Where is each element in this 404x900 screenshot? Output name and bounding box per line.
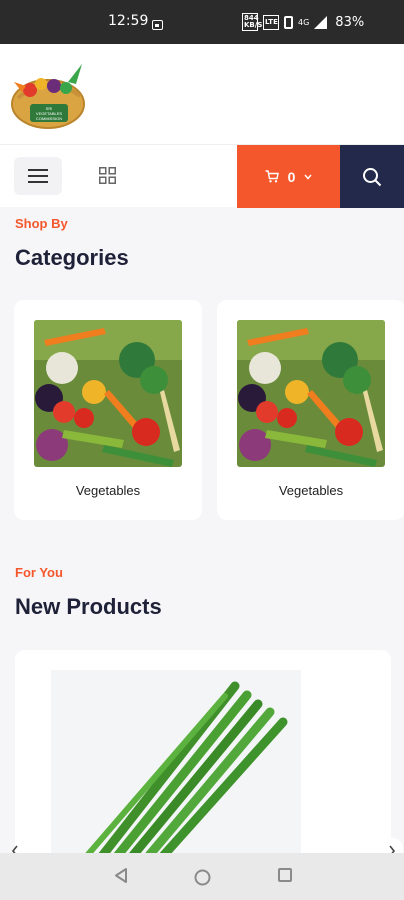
cart-icon [265,170,279,183]
network-speed-unit: KB/S [244,21,263,29]
battery-level: 83% [335,14,365,30]
categories-eyebrow: Shop By [15,216,68,231]
home-circle-icon[interactable] [194,869,211,886]
chevron-down-icon [304,174,312,180]
new-products-title: New Products [15,594,162,619]
vegetables-image [34,320,182,467]
vegetables-image [237,320,385,467]
signal-icon [314,15,328,29]
product-card[interactable] [15,650,391,865]
recents-square-icon[interactable] [278,868,292,882]
categories-title: Categories [15,245,129,270]
hamburger-icon [28,169,48,183]
new-products-eyebrow: For You [15,565,63,580]
search-icon [363,167,382,186]
category-label: Vegetables [278,483,344,498]
cart-button[interactable]: 0 [237,145,340,208]
grid-view-button[interactable] [96,164,118,186]
status-icons: 844 KB/S LTE 4G 83% [242,13,365,31]
lte-badge: LTE [263,14,279,30]
cart-count: 0 [287,168,296,185]
image-notification-icon [152,20,163,30]
network-speed-badge: 844 KB/S [242,13,263,31]
vegetable-basket-logo[interactable]: SRI VEGETABLES COMMISSION [10,62,88,132]
menu-button[interactable] [14,157,62,195]
logo-text-3: COMMISSION [36,116,62,121]
status-bar: 12:59 844 KB/S LTE 4G 83% [0,0,404,44]
back-triangle-icon[interactable] [113,867,129,884]
vibrate-icon [284,15,293,29]
category-card[interactable]: Vegetables [14,300,202,520]
toolbar: 0 [0,144,404,208]
status-time: 12:59 [108,13,149,29]
category-label: Vegetables [75,483,141,498]
search-button[interactable] [340,145,404,208]
category-card[interactable]: Vegetables [217,300,404,520]
long-beans-image [15,650,391,865]
grid-icon [98,166,116,184]
signal-4g-label: 4G [298,17,310,27]
